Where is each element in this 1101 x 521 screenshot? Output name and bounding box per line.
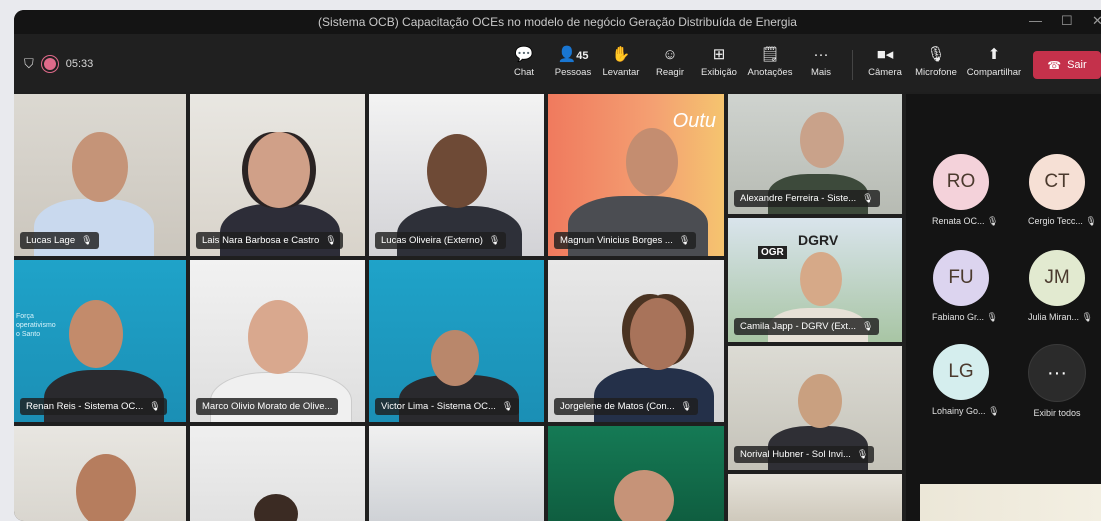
video-tile[interactable] — [369, 426, 544, 521]
video-tile[interactable] — [728, 474, 902, 521]
maximize-icon[interactable]: ☐ — [1061, 13, 1073, 29]
view-icon: ⊞ — [712, 46, 726, 63]
mic-off-icon: 🎙 — [856, 449, 869, 459]
camera-button[interactable]: ■◂ Câmera — [859, 46, 911, 78]
meeting-toolbar: ⛉ 05:33 💬 Chat 👤45 Pessoas ✋ Levantar ☺ … — [14, 34, 1101, 92]
raise-hand-button[interactable]: ✋ Levantar — [595, 46, 647, 78]
mic-off-icon: 🎙 — [678, 235, 691, 245]
background-logo: Força operativismo o Santo — [16, 313, 56, 338]
share-icon: ⬆ — [987, 46, 1001, 63]
mic-off-icon: 🎙 — [488, 235, 501, 245]
sign-text: OGR — [758, 246, 787, 259]
mic-off-icon: 🎙 — [501, 401, 514, 411]
mic-off-icon: 🎙 — [1085, 216, 1097, 226]
mic-off-icon: 🎙 — [81, 235, 93, 245]
video-tile[interactable]: Força operativismo o Santo Renan Reis - Si… — [14, 260, 186, 422]
mic-off-icon: 🎙 — [325, 235, 337, 245]
mic-off-icon: 🎙 — [861, 321, 874, 331]
mic-off-icon: 🎙 — [1081, 312, 1093, 322]
mic-off-icon: 🎙 — [680, 401, 693, 411]
participant-name-label: Marco Olivio Morato de Olive... — [196, 398, 339, 415]
microphone-button[interactable]: 🎙 Microfone — [909, 46, 963, 78]
camera-icon: ■◂ — [876, 46, 894, 63]
banner-text: Outu — [672, 110, 716, 132]
recording-icon — [43, 58, 56, 70]
video-tile[interactable]: OGR DGRV Camila Japp - DGRV (Ext... 🎙 — [728, 218, 902, 342]
minimize-icon[interactable]: — — [1029, 13, 1042, 28]
meeting-timer: 05:33 — [65, 58, 94, 70]
people-button[interactable]: 👤45 Pessoas — [547, 46, 599, 78]
people-icon: 👤45 — [557, 46, 589, 63]
close-icon[interactable]: ✕ — [1092, 13, 1101, 29]
shield-icon: ⛉ — [24, 56, 34, 71]
more-icon: ··· — [1028, 344, 1086, 402]
video-tile-active-speaker[interactable]: Marco Olivio Morato de Olive... — [190, 260, 365, 422]
participant-name-label: Victor Lima - Sistema OC... 🎙 — [375, 398, 520, 415]
notes-button[interactable]: 🗒 Anotações — [744, 46, 796, 78]
hang-up-icon: ☎ — [1047, 59, 1062, 72]
mic-off-icon: 🎙 — [862, 193, 874, 203]
video-tile[interactable] — [548, 426, 724, 521]
people-count: 45 — [576, 50, 589, 62]
teams-meeting-window: (Sistema OCB) Capacitação OCEs no modelo… — [14, 10, 1101, 521]
toolbar-divider — [852, 50, 853, 80]
participant-name-label: Magnun Vinicius Borges ... 🎙 — [554, 232, 697, 249]
participant-avatar[interactable]: CT Cergio Tecc... 🎙 — [1028, 154, 1097, 227]
chat-button[interactable]: 💬 Chat — [498, 46, 550, 78]
video-tile[interactable]: Outu Magnun Vinicius Borges ... 🎙 — [548, 94, 724, 256]
participant-name: Lohainy Go... 🎙 — [932, 406, 1000, 416]
video-tile[interactable]: Alexandre Ferreira - Siste... 🎙 — [728, 94, 902, 214]
participant-name: Renata OC... 🎙 — [932, 216, 999, 226]
participant-name-label: Alexandre Ferreira - Siste... 🎙 — [734, 190, 880, 207]
meeting-status: ⛉ 05:33 — [24, 56, 93, 72]
mic-off-icon: 🎙 — [926, 46, 946, 63]
video-tile[interactable]: Victor Lima - Sistema OC... 🎙 — [369, 260, 544, 422]
video-tile[interactable] — [14, 426, 186, 521]
show-all-button[interactable]: ··· Exibir todos — [1028, 344, 1086, 418]
more-button[interactable]: ··· Mais — [795, 46, 847, 78]
notes-icon: 🗒 — [760, 46, 780, 63]
react-button[interactable]: ☺ Reagir — [644, 46, 696, 78]
video-tile[interactable]: Lucas Lage 🎙 — [14, 94, 186, 256]
participant-avatar[interactable]: LG Lohainy Go... 🎙 — [932, 344, 1000, 417]
participant-name: Julia Miran... 🎙 — [1028, 312, 1093, 322]
mic-off-icon: 🎙 — [149, 401, 161, 411]
participant-name-label: Norival Hubner - Sol Invi... 🎙 — [734, 446, 875, 463]
raise-hand-icon: ✋ — [611, 46, 631, 63]
more-icon: ··· — [813, 46, 829, 63]
sign-text: DGRV — [798, 232, 839, 248]
participant-name-label: Lucas Oliveira (Externo) 🎙 — [375, 232, 507, 249]
video-tile[interactable] — [190, 426, 365, 521]
video-grid: Lucas Lage 🎙 Lais Nara Barbosa e Castro 🎙 … — [14, 94, 904, 521]
participant-name: Cergio Tecc... 🎙 — [1028, 216, 1097, 226]
participant-name-label: Camila Japp - DGRV (Ext... 🎙 — [734, 318, 880, 335]
participant-name-label: Renan Reis - Sistema OC... 🎙 — [20, 398, 167, 415]
mic-off-icon: 🎙 — [987, 216, 999, 226]
title-bar: (Sistema OCB) Capacitação OCEs no modelo… — [14, 10, 1101, 34]
participants-panel: RO Renata OC... 🎙 CT Cergio Tecc... 🎙 FU… — [906, 94, 1101, 521]
mic-off-icon: 🎙 — [988, 406, 1000, 416]
video-tile[interactable]: Lucas Oliveira (Externo) 🎙 — [369, 94, 544, 256]
participant-name-label: Lucas Lage 🎙 — [20, 232, 99, 249]
share-button[interactable]: ⬆ Compartilhar — [964, 46, 1024, 78]
video-tile[interactable]: Norival Hubner - Sol Invi... 🎙 — [728, 346, 902, 470]
video-tile[interactable] — [920, 484, 1101, 521]
leave-button[interactable]: ☎ Sair — [1033, 51, 1101, 79]
mic-off-icon: 🎙 — [986, 312, 998, 322]
participant-name-label: Jorgelene de Matos (Con... 🎙 — [554, 398, 699, 415]
react-icon: ☺ — [662, 46, 678, 63]
participant-avatar[interactable]: FU Fabiano Gr... 🎙 — [932, 250, 998, 323]
video-tile[interactable]: Jorgelene de Matos (Con... 🎙 — [548, 260, 724, 422]
participant-name-label: Lais Nara Barbosa e Castro 🎙 — [196, 232, 343, 249]
chat-icon: 💬 — [514, 46, 534, 63]
window-title: (Sistema OCB) Capacitação OCEs no modelo… — [318, 15, 797, 29]
video-tile[interactable]: Lais Nara Barbosa e Castro 🎙 — [190, 94, 365, 256]
participant-avatar[interactable]: JM Julia Miran... 🎙 — [1028, 250, 1093, 323]
participant-name: Fabiano Gr... 🎙 — [932, 312, 998, 322]
view-button[interactable]: ⊞ Exibição — [693, 46, 745, 78]
participant-avatar[interactable]: RO Renata OC... 🎙 — [932, 154, 999, 227]
